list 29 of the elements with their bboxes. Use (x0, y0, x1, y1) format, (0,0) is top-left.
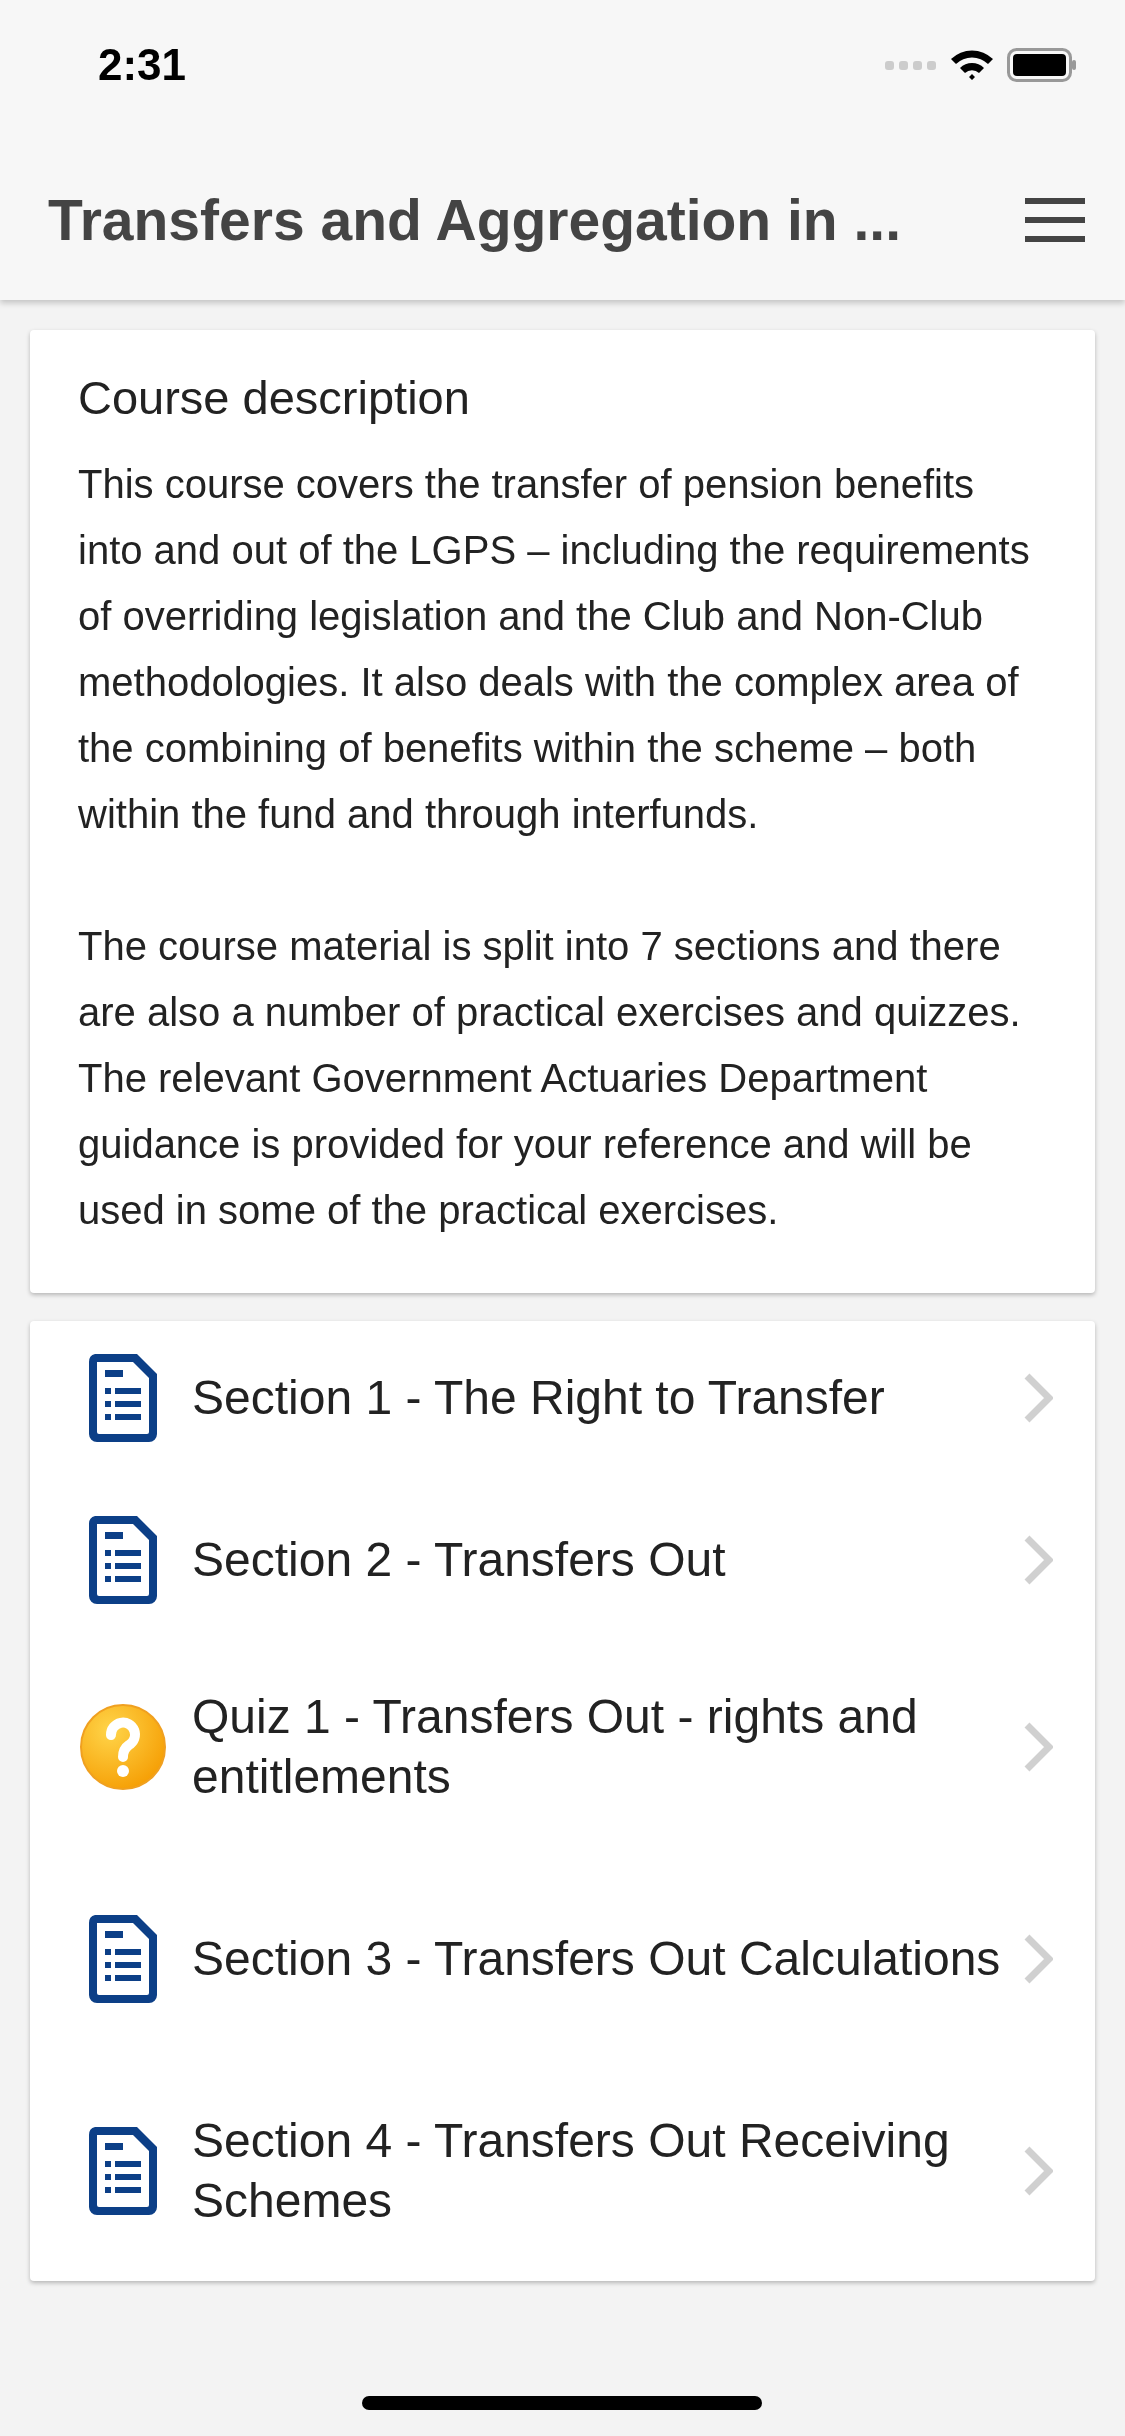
document-icon (87, 1913, 159, 2005)
wifi-icon (949, 48, 995, 82)
signal-icon (885, 59, 937, 71)
document-icon (87, 1352, 159, 1444)
chevron-icon (1023, 1933, 1053, 1985)
list-item[interactable]: Section 4 - Transfers Out Receiving Schemes (30, 2069, 1095, 2281)
chevron-icon (1023, 1721, 1053, 1773)
menu-icon[interactable] (1025, 198, 1085, 242)
chevron-icon (1023, 1372, 1053, 1424)
page-title: Transfers and Aggregation in ... (48, 187, 902, 253)
status-time: 2:31 (98, 40, 187, 90)
list-item[interactable]: Section 3 - Transfers Out Calculations (30, 1857, 1095, 2069)
item-label: Quiz 1 - Transfers Out - rights and entitlements (192, 1689, 919, 1805)
description-paragraph: The course material is split into 7 sections and there are also a number of practical exercises and quizzes. The relevant Government Actuaries Department guidance is provided for your reference and will be used in some of the practical exercises. (78, 923, 1022, 1234)
document-icon (87, 2125, 159, 2217)
description-paragraph: This course covers the transfer of pension benefits into and out of the LGPS – including the requirements of overriding legislation and the Club and Non-Club methodologies. It also deals with the complex area of the combining of benefits within the scheme – both within the fund and through interfunds. (78, 461, 1031, 838)
card-heading: Course description (78, 370, 471, 425)
chevron-icon (1023, 2145, 1053, 2197)
list-item[interactable]: Quiz 1 - Transfers Out - rights and entitlements (30, 1645, 1095, 1857)
question-icon (79, 1703, 167, 1791)
list-item[interactable]: Section 2 - Transfers Out (30, 1483, 1095, 1645)
item-label: Section 3 - Transfers Out Calculations (192, 1931, 1002, 1987)
item-label: Section 1 - The Right to Transfer (192, 1370, 886, 1426)
document-icon (87, 1514, 159, 1606)
battery-icon (1007, 48, 1077, 82)
item-label: Section 2 - Transfers Out (192, 1532, 727, 1588)
chevron-icon (1023, 1534, 1053, 1586)
item-label: Section 4 - Transfers Out Receiving Schemes (192, 2113, 951, 2229)
list-item[interactable]: Section 1 - The Right to Transfer (30, 1321, 1095, 1483)
